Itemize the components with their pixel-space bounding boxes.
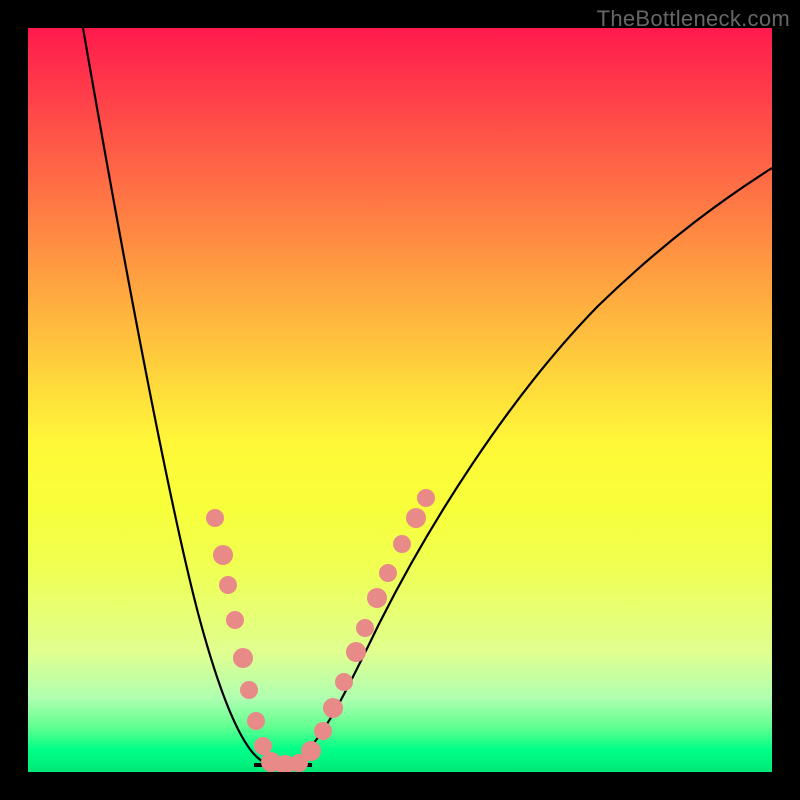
data-dot: [233, 648, 253, 668]
data-dot: [314, 722, 332, 740]
data-dot: [226, 611, 244, 629]
data-dot: [219, 576, 237, 594]
data-dot: [206, 509, 224, 527]
plot-area: [28, 28, 772, 772]
data-dot: [379, 564, 397, 582]
chart-svg: [28, 28, 772, 772]
data-dot: [323, 698, 343, 718]
right-curve: [278, 168, 772, 766]
watermark-text: TheBottleneck.com: [597, 6, 790, 32]
data-dot: [356, 619, 374, 637]
data-dot: [240, 681, 258, 699]
data-dot: [247, 712, 265, 730]
data-dot: [367, 588, 387, 608]
data-dot: [417, 489, 435, 507]
data-dot: [406, 508, 426, 528]
data-dot: [335, 673, 353, 691]
data-dot: [213, 545, 233, 565]
chart-frame: TheBottleneck.com: [0, 0, 800, 800]
data-dot: [301, 741, 321, 761]
data-dot: [393, 535, 411, 553]
dot-layer: [206, 489, 435, 772]
data-dot: [346, 642, 366, 662]
